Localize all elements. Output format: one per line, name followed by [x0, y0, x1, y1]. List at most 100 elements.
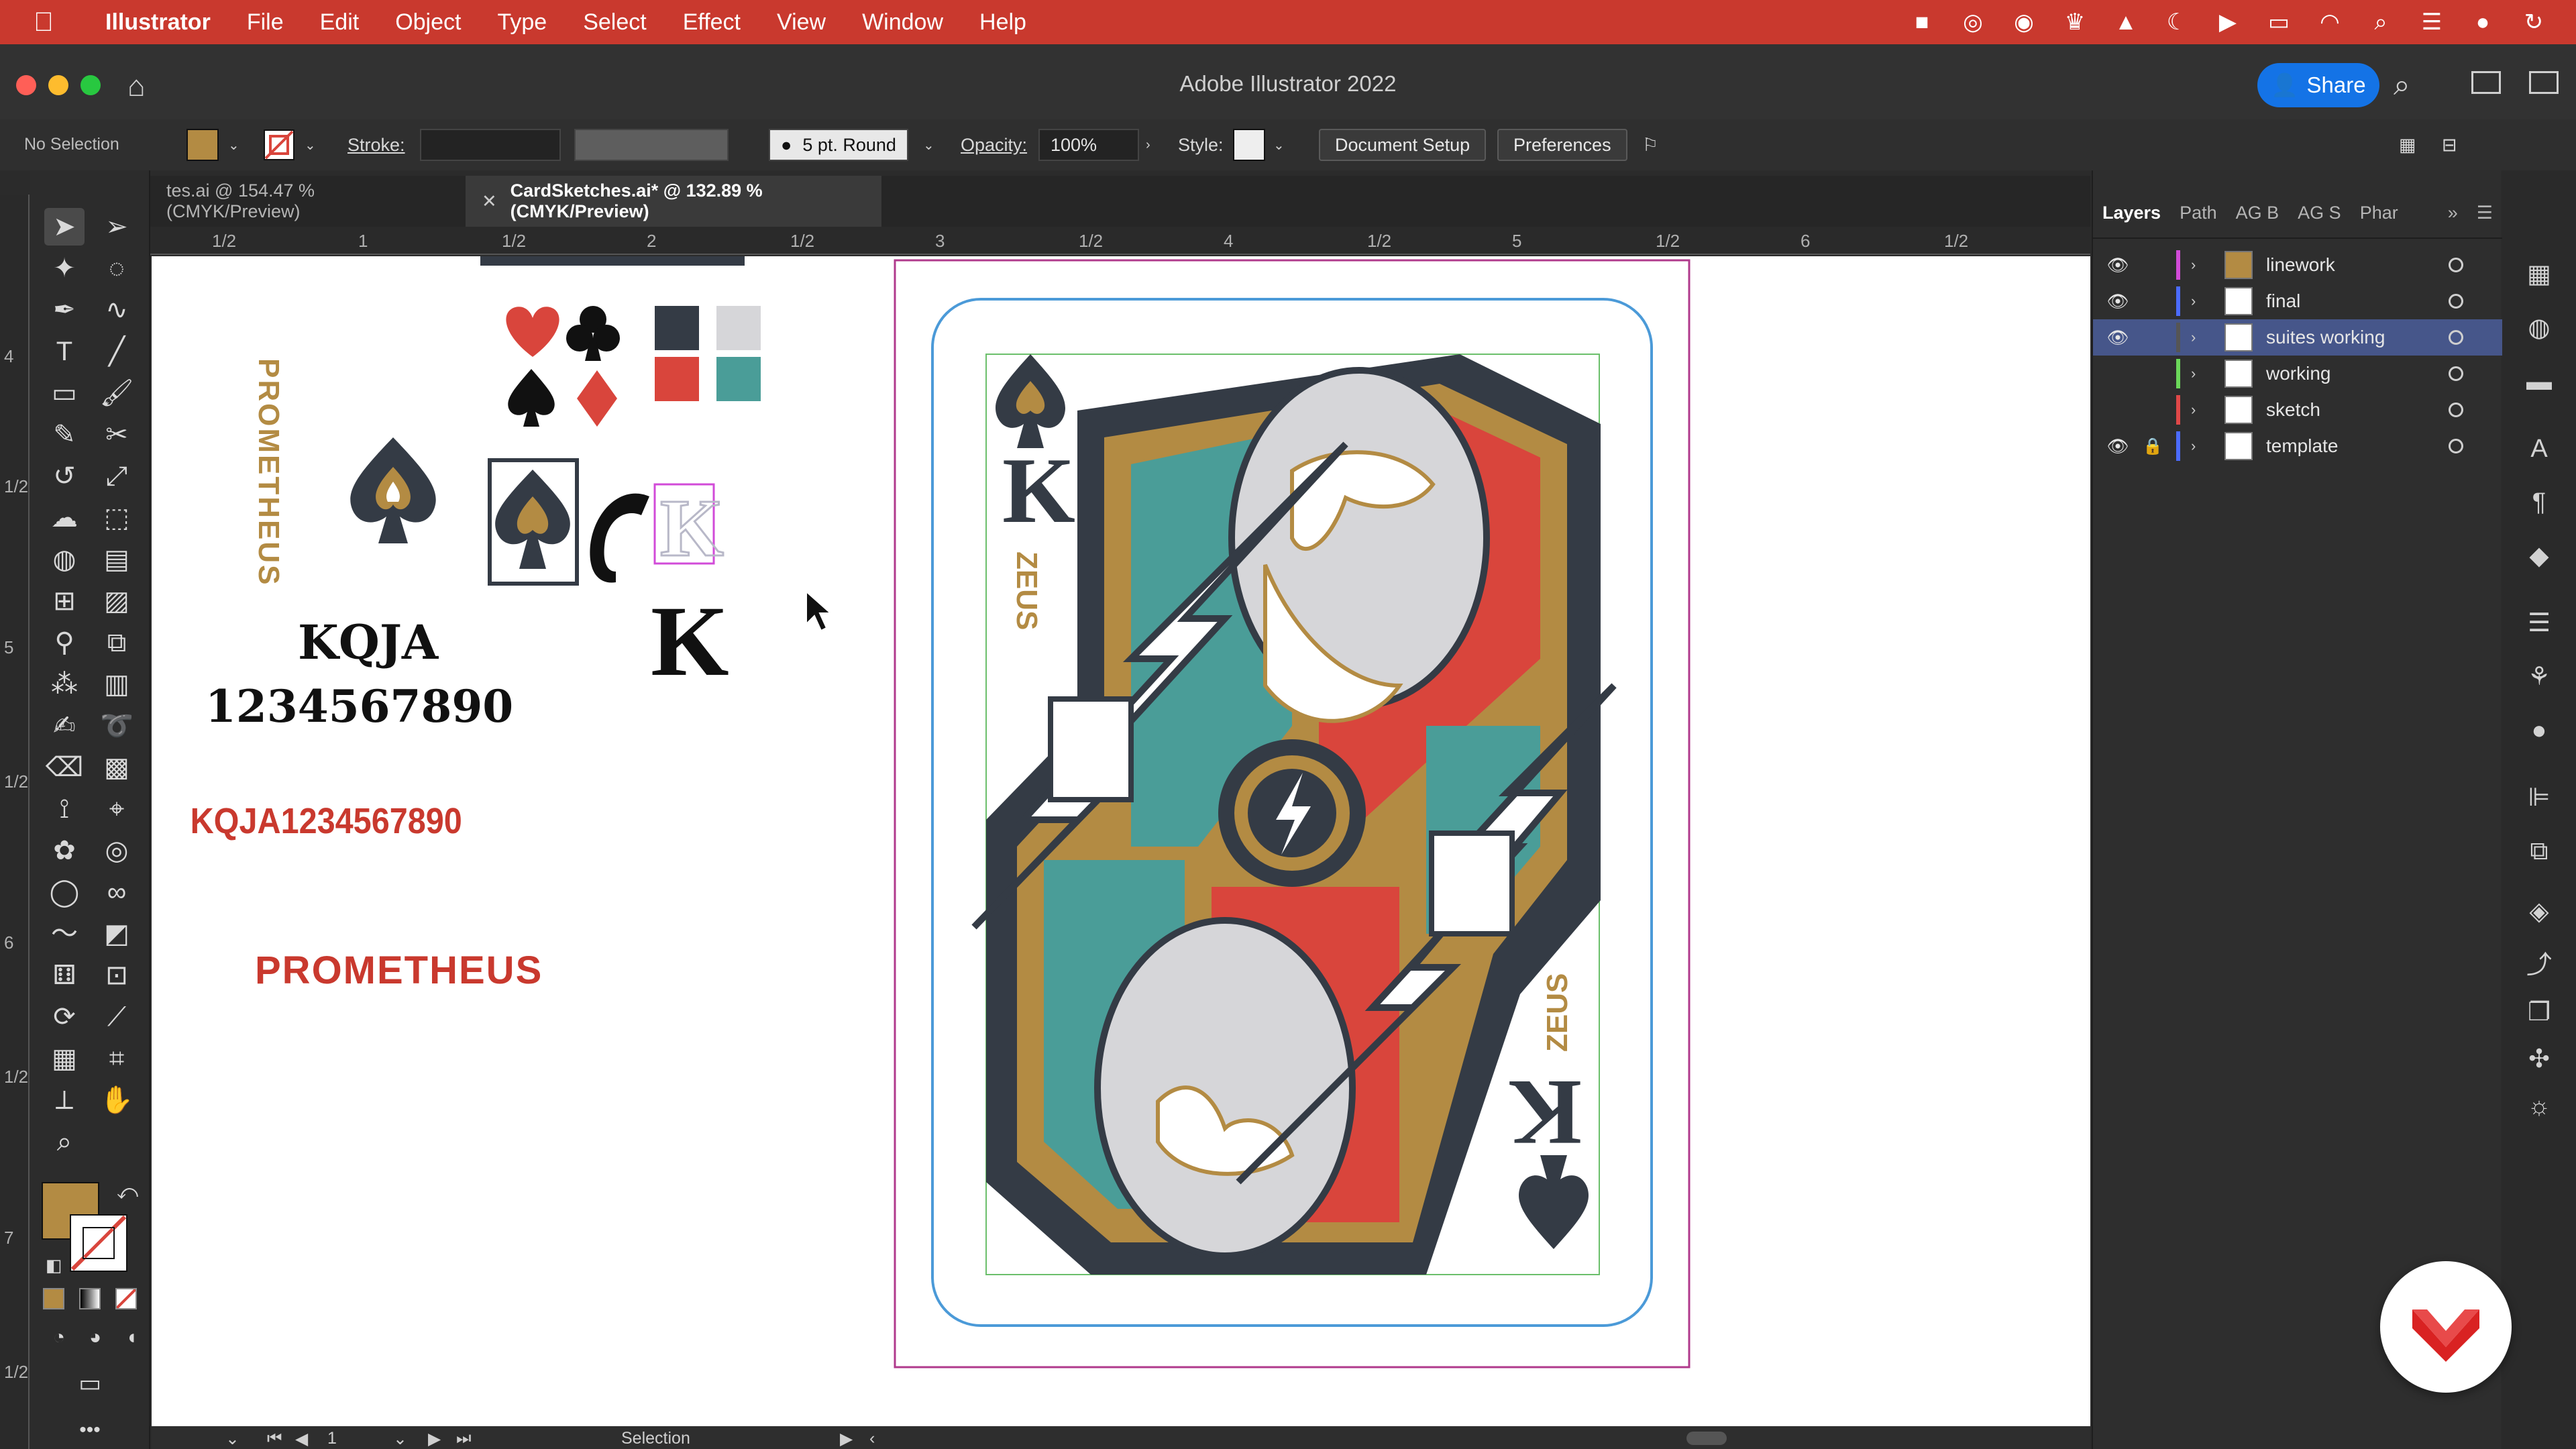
- layer-name[interactable]: linework: [2266, 254, 2335, 276]
- color-icon[interactable]: ◍: [2522, 311, 2556, 345]
- control-center-icon[interactable]: ☰: [2416, 9, 2447, 36]
- rotate-tool-icon[interactable]: ↺: [44, 458, 85, 495]
- club-suit-icon[interactable]: [566, 306, 620, 361]
- paintbrush-tool-icon[interactable]: 🖌: [97, 374, 137, 412]
- dice-tool-icon[interactable]: ⚅: [44, 957, 85, 994]
- none-mode-icon[interactable]: [115, 1288, 137, 1309]
- menu-edit[interactable]: Edit: [302, 9, 378, 36]
- grey-swatch[interactable]: [716, 306, 761, 350]
- twirl-tool-icon[interactable]: ◎: [97, 832, 137, 869]
- big-k-glyph[interactable]: K: [651, 586, 729, 697]
- chevron-right-icon[interactable]: ›: [2191, 329, 2196, 346]
- pattern-tool-icon[interactable]: ▩: [97, 749, 137, 786]
- properties-icon[interactable]: ☼: [2522, 1089, 2556, 1123]
- crop-tool-icon[interactable]: ⌗: [97, 1040, 137, 1077]
- stroke-weight-stepper[interactable]: [420, 129, 561, 161]
- tab-path[interactable]: Path: [2170, 203, 2226, 223]
- layers-panel-icon[interactable]: ◈: [2522, 895, 2556, 928]
- gradient-mode-icon[interactable]: [79, 1288, 101, 1309]
- layer-target-icon[interactable]: [2449, 330, 2463, 345]
- apple-icon[interactable]: : [0, 7, 87, 38]
- stroke-dropdown-icon[interactable]: ⌄: [305, 129, 316, 161]
- horizontal-scrollbar-thumb[interactable]: [1686, 1432, 1727, 1445]
- layer-name[interactable]: final: [2266, 290, 2300, 312]
- arrange-documents-icon[interactable]: [2471, 71, 2501, 94]
- artboard-canvas[interactable]: PROMETHEUS K K KQJA 1234567890 KQJA12345…: [152, 256, 2090, 1426]
- rotate-view-tool-icon[interactable]: ⟳: [44, 998, 85, 1036]
- brush-dropdown-icon[interactable]: ⌄: [923, 129, 934, 161]
- eye-icon[interactable]: 👁: [2106, 291, 2129, 312]
- scroll-left-icon[interactable]: ‹: [869, 1429, 875, 1448]
- last-artboard-icon[interactable]: ⏭: [456, 1429, 472, 1448]
- screen-mode-icon[interactable]: ▭: [70, 1364, 110, 1402]
- opacity-label[interactable]: Opacity:: [961, 129, 1027, 161]
- chevron-right-icon[interactable]: ›: [2191, 292, 2196, 310]
- adobe-icon[interactable]: ▲: [2110, 9, 2141, 36]
- siri-icon[interactable]: ●: [2467, 9, 2498, 36]
- eye-icon[interactable]: 👁: [2106, 255, 2129, 276]
- pathfinder-icon[interactable]: ⧉: [2522, 835, 2556, 868]
- layer-name[interactable]: sketch: [2266, 399, 2320, 421]
- layer-row-template[interactable]: 👁 🔒 › template: [2093, 428, 2502, 464]
- red-index-text[interactable]: KQJA1234567890: [191, 800, 462, 841]
- variable-width-profile[interactable]: [574, 129, 729, 161]
- navy-swatch[interactable]: [655, 306, 699, 350]
- paragraph-icon[interactable]: ¶: [2522, 486, 2556, 519]
- magic-wand-tool-icon[interactable]: ✦: [44, 250, 85, 287]
- tab-ag-b[interactable]: AG B: [2226, 203, 2289, 223]
- preferences-button[interactable]: Preferences: [1497, 129, 1627, 161]
- chevron-right-icon[interactable]: ›: [2191, 437, 2196, 455]
- layer-target-icon[interactable]: [2449, 439, 2463, 453]
- share-button[interactable]: 👤 Share: [2257, 63, 2379, 107]
- lasso-select-tool-icon[interactable]: ➰: [97, 707, 137, 745]
- smooth-tool-icon[interactable]: 〜: [44, 915, 85, 953]
- spade-emblem[interactable]: [350, 437, 436, 543]
- blob-brush-tool-icon[interactable]: ✍: [44, 707, 85, 745]
- panels-icon[interactable]: [2529, 71, 2559, 94]
- menu-help[interactable]: Help: [961, 9, 1044, 36]
- play-icon[interactable]: ▶: [2212, 9, 2243, 36]
- battery-icon[interactable]: ▭: [2263, 9, 2294, 36]
- width-tool-icon[interactable]: ⟟: [44, 790, 85, 828]
- eye-icon[interactable]: 👁: [2106, 436, 2129, 457]
- asset-export-icon[interactable]: ⤴: [2522, 949, 2556, 982]
- layer-target-icon[interactable]: [2449, 366, 2463, 381]
- align-icon[interactable]: ▦: [2399, 129, 2416, 161]
- selection-tool-icon[interactable]: ➤: [44, 208, 85, 246]
- type-tool-icon[interactable]: T: [44, 333, 85, 370]
- glyphs-icon[interactable]: ◆: [2522, 539, 2556, 573]
- layer-row-final[interactable]: 👁 › final: [2093, 283, 2502, 319]
- anchor-point-tool-icon[interactable]: ⌖: [97, 790, 137, 828]
- prometheus-vertical-text[interactable]: PROMETHEUS: [252, 358, 285, 586]
- chevron-right-icon[interactable]: ›: [2191, 256, 2196, 274]
- line-tool-icon[interactable]: ╱: [97, 333, 137, 370]
- refresh-icon[interactable]: ↻: [2518, 9, 2549, 36]
- color-wheel-icon[interactable]: ◎: [1957, 9, 1988, 36]
- slice-tool-icon[interactable]: ▦: [44, 1040, 85, 1077]
- shape-builder-tool-icon[interactable]: ◍: [44, 541, 85, 578]
- horizontal-ruler[interactable]: 1/2 1 1/2 2 1/2 3 1/2 4 1/2 5 1/2 6 1/2: [150, 227, 2090, 255]
- eye-icon[interactable]: 👁: [2106, 327, 2129, 348]
- brush-definition-dropdown[interactable]: ● 5 pt. Round: [769, 129, 908, 161]
- artboard-dropdown-icon[interactable]: ⌄: [393, 1429, 407, 1449]
- tab-phar[interactable]: Phar: [2351, 203, 2408, 223]
- blend-tool-icon[interactable]: ⧉: [97, 624, 137, 661]
- default-colors-icon[interactable]: ◧: [34, 1246, 74, 1284]
- artboards-icon[interactable]: ❐: [2522, 996, 2556, 1029]
- hook-glyph[interactable]: [590, 493, 649, 583]
- warp-tool-icon[interactable]: ☁: [44, 499, 85, 537]
- style-swatch[interactable]: [1233, 129, 1265, 161]
- fill-swatch[interactable]: [186, 129, 219, 161]
- draw-normal-icon[interactable]: ◔: [39, 1319, 79, 1356]
- pen-tool-icon[interactable]: ✒: [44, 291, 85, 329]
- color-mode-icon[interactable]: [43, 1288, 64, 1309]
- draw-behind-icon[interactable]: ◕: [75, 1319, 115, 1356]
- draw-inside-icon[interactable]: ◖: [111, 1319, 152, 1356]
- artboard-number[interactable]: 1: [327, 1429, 337, 1448]
- scissors-tool-icon[interactable]: ✂: [97, 416, 137, 453]
- tab-ag-s[interactable]: AG S: [2288, 203, 2351, 223]
- layer-row-linework[interactable]: 👁 › linework: [2093, 247, 2502, 283]
- brushes-icon[interactable]: ⚘: [2522, 660, 2556, 694]
- direct-selection-tool-icon[interactable]: ➢: [97, 208, 137, 246]
- align-panel-icon[interactable]: ⊫: [2522, 781, 2556, 814]
